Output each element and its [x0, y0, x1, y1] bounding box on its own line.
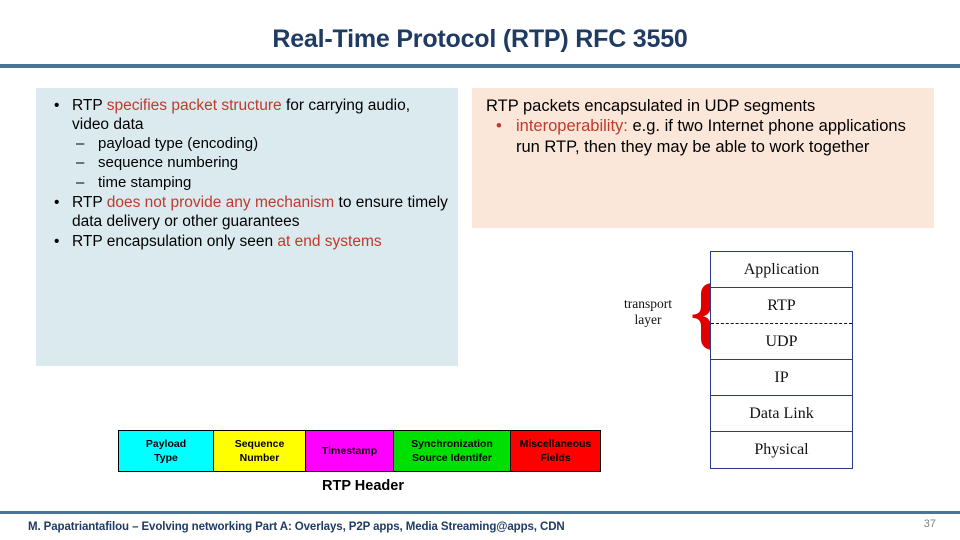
rtp-header-field-line1: Sequence	[234, 437, 285, 450]
rtp-header-field-line1: Timestamp	[321, 444, 378, 457]
bullet-text-highlight: specifies packet structure	[106, 97, 282, 114]
transport-layer-label-line2: layer	[634, 312, 662, 328]
stack-layer-udp: UDP	[711, 324, 852, 360]
rtp-header-field-line1: Miscellaneous	[519, 437, 592, 450]
right-bullet-list: • interoperability: e.g. if two Internet …	[482, 116, 926, 158]
rtp-header-field-line1: Payload	[145, 437, 187, 450]
bullet-marker: •	[54, 97, 60, 114]
bullet-text: RTP	[72, 193, 107, 211]
rtp-header-field: Synchronization Source Identifer	[394, 431, 511, 471]
bullet-item: • RTP specifies packet structure for carr…	[40, 96, 448, 192]
footer-divider	[0, 511, 960, 514]
bullet-text-highlight: does not provide any mechanism	[106, 193, 335, 211]
right-panel-lead-text: RTP packets encapsulated in UDP segments	[486, 97, 816, 115]
bullet-text-highlight: at end systems	[277, 233, 382, 251]
stack-layer-ip: IP	[711, 360, 852, 396]
bullet-item: • RTP encapsulation only seen at end syst…	[40, 232, 448, 251]
rtp-header-field-line2: Type	[154, 452, 178, 464]
sub-bullet-item: – time stamping	[72, 173, 448, 192]
bullet-text-highlight: interoperability:	[516, 117, 628, 136]
stack-layer-data-link: Data Link	[711, 396, 852, 432]
dash-marker: –	[76, 173, 85, 191]
rtp-header-field-line2: Number	[239, 452, 280, 464]
rtp-header-field-line2: Fields	[540, 452, 571, 464]
stack-layer-rtp: RTP	[711, 288, 852, 324]
sub-bullet-text: sequence numbering	[98, 154, 239, 172]
page-title: Real-Time Protocol (RTP) RFC 3550	[272, 25, 688, 53]
transport-layer-label-line1: transport	[624, 296, 672, 311]
sub-bullet-item: – payload type (encoding)	[72, 134, 448, 153]
left-content-panel: • RTP specifies packet structure for carr…	[36, 88, 458, 366]
sub-bullet-text: payload type (encoding)	[98, 135, 259, 153]
rtp-header-field-line1: Synchronization	[411, 437, 493, 450]
rtp-header-field: Timestamp	[306, 431, 394, 471]
bullet-text: RTP encapsulation only seen	[72, 233, 278, 251]
sub-bullet-list: – payload type (encoding) – sequence number…	[72, 134, 448, 192]
rtp-header-field: Payload Type	[119, 431, 214, 471]
bullet-marker: •	[54, 193, 60, 211]
dash-marker: –	[76, 154, 85, 172]
sub-bullet-text: time stamping	[98, 173, 192, 191]
rtp-header-field: Miscellaneous Fields	[511, 431, 600, 471]
bullet-marker: •	[54, 233, 60, 251]
bullet-item: • interoperability: e.g. if two Internet …	[482, 116, 926, 158]
title-divider	[0, 64, 960, 68]
protocol-stack-diagram: Application RTP UDP IP Data Link Physical	[710, 251, 853, 469]
rtp-header-caption: RTP Header	[322, 478, 404, 494]
stack-layer-application: Application	[711, 252, 852, 288]
bullet-text: RTP	[72, 97, 107, 114]
bullet-item: • RTP does not provide any mechanism to e…	[40, 193, 448, 231]
rtp-header-field-line2: Source Identifer	[412, 452, 492, 464]
stack-layer-physical: Physical	[754, 441, 809, 458]
dash-marker: –	[76, 135, 85, 153]
rtp-header-diagram: Payload Type Sequence Number Timestamp Synchr…	[118, 430, 601, 472]
transport-layer-label: transport layer	[604, 296, 692, 328]
right-content-panel: RTP packets encapsulated in UDP segments…	[472, 88, 934, 228]
bullet-marker: •	[496, 117, 502, 136]
rtp-header-field: Sequence Number	[214, 431, 306, 471]
curly-brace-icon: {	[690, 269, 722, 357]
footer-attribution: M. Papatriantafilou – Evolving networkin…	[28, 521, 565, 533]
left-bullet-list: • RTP specifies packet structure for carr…	[40, 96, 448, 251]
page-number: 37	[923, 518, 936, 530]
sub-bullet-item: – sequence numbering	[72, 153, 448, 172]
